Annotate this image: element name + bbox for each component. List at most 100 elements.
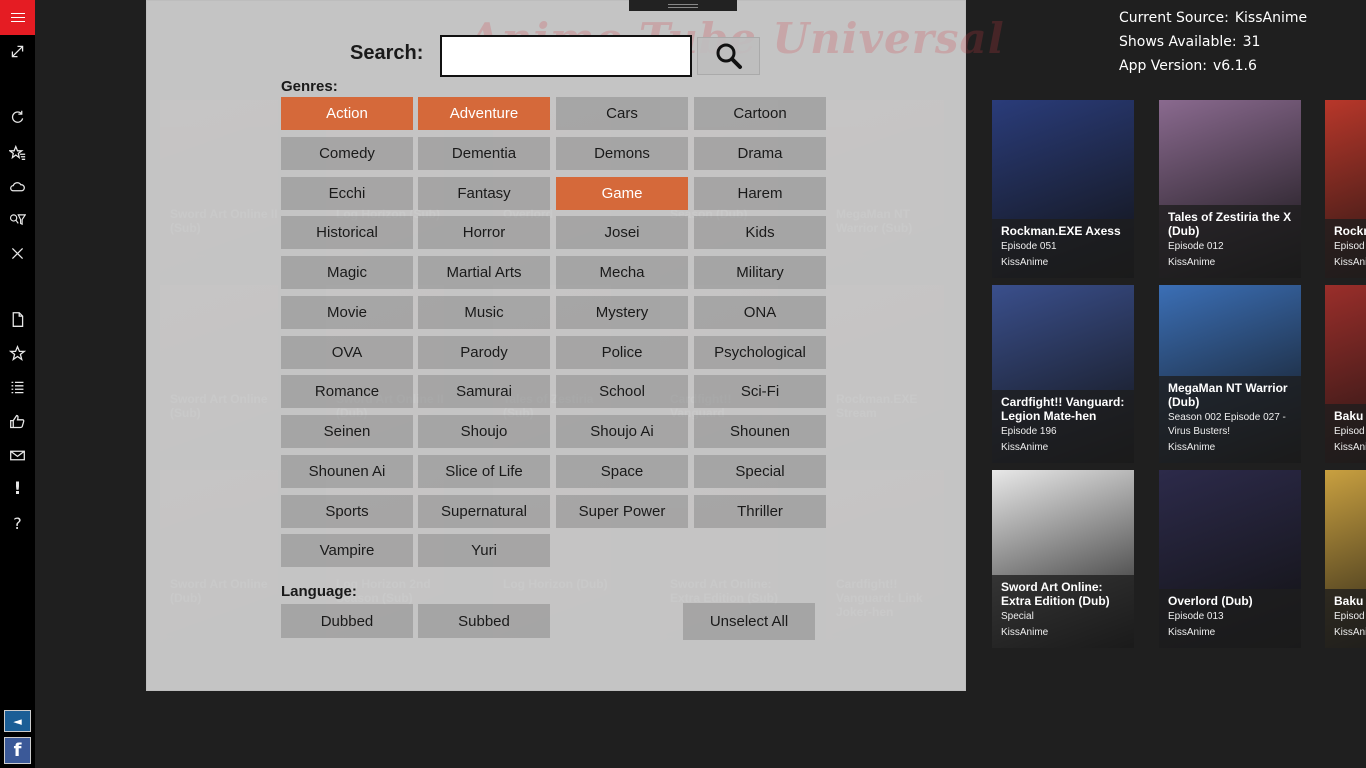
genre-button-cartoon[interactable]: Cartoon <box>694 97 826 130</box>
genre-button-psychological[interactable]: Psychological <box>694 336 826 369</box>
genre-button-shoujo[interactable]: Shoujo <box>418 415 550 448</box>
show-source: KissAni <box>1334 627 1366 638</box>
alert-icon[interactable]: ! <box>0 474 35 504</box>
genre-button-school[interactable]: School <box>556 375 688 408</box>
genre-button-sci-fi[interactable]: Sci-Fi <box>694 375 826 408</box>
genre-button-comedy[interactable]: Comedy <box>281 137 413 170</box>
show-tile[interactable]: Baku Invad Episod KissAni <box>1325 285 1366 463</box>
show-title: Cardfight!! Vanguard: Legion Mate-hen <box>1001 395 1125 423</box>
show-tile[interactable]: MegaMan NT Warrior (Dub) Season 002 Episo… <box>1159 285 1301 463</box>
genre-button-ecchi[interactable]: Ecchi <box>281 177 413 210</box>
show-tile[interactable]: Sword Art Online: Extra Edition (Dub) Spe… <box>992 470 1134 648</box>
genre-button-vampire[interactable]: Vampire <box>281 534 413 567</box>
genre-button-sports[interactable]: Sports <box>281 495 413 528</box>
genre-button-mystery[interactable]: Mystery <box>556 296 688 329</box>
show-title: MegaMan NT Warrior (Dub) <box>1168 381 1288 409</box>
show-caption: Baku Surge Episod KissAni <box>1325 589 1366 648</box>
genre-button-police[interactable]: Police <box>556 336 688 369</box>
show-source: KissAnime <box>1168 627 1216 638</box>
genre-button-thriller[interactable]: Thriller <box>694 495 826 528</box>
refresh-icon[interactable] <box>0 102 35 132</box>
show-episode: Episod <box>1334 241 1365 252</box>
show-title: Sword Art Online: Extra Edition (Dub) <box>1001 580 1110 608</box>
close-icon[interactable] <box>0 238 35 268</box>
genre-button-shoujo-ai[interactable]: Shoujo Ai <box>556 415 688 448</box>
shows-available-label: Shows Available: <box>1119 34 1237 50</box>
twitter-icon[interactable]: ◄ <box>4 710 31 732</box>
help-icon[interactable]: ? <box>0 508 35 538</box>
show-episode: Episode 051 <box>1001 241 1057 252</box>
genre-button-super-power[interactable]: Super Power <box>556 495 688 528</box>
expand-icon[interactable] <box>0 36 35 66</box>
show-episode: Episode 012 <box>1168 241 1224 252</box>
genre-button-parody[interactable]: Parody <box>418 336 550 369</box>
genre-button-dementia[interactable]: Dementia <box>418 137 550 170</box>
genre-button-fantasy[interactable]: Fantasy <box>418 177 550 210</box>
genre-button-ova[interactable]: OVA <box>281 336 413 369</box>
genre-button-mecha[interactable]: Mecha <box>556 256 688 289</box>
show-tile[interactable]: Baku Surge Episod KissAni <box>1325 470 1366 648</box>
genre-button-romance[interactable]: Romance <box>281 375 413 408</box>
genre-button-historical[interactable]: Historical <box>281 216 413 249</box>
genre-button-game[interactable]: Game <box>556 177 688 210</box>
search-label: Search: <box>350 42 424 64</box>
show-title: Overlord (Dub) <box>1168 594 1253 608</box>
facebook-icon[interactable]: f <box>4 737 31 764</box>
show-caption: Sword Art Online: Extra Edition (Dub) Spe… <box>992 575 1134 648</box>
list-icon[interactable] <box>0 372 35 402</box>
genre-button-slice-of-life[interactable]: Slice of Life <box>418 455 550 488</box>
mail-icon[interactable] <box>0 440 35 470</box>
show-caption: Tales of Zestiria the X (Dub) Episode 012… <box>1159 205 1301 278</box>
genre-button-shounen-ai[interactable]: Shounen Ai <box>281 455 413 488</box>
genre-button-action[interactable]: Action <box>281 97 413 130</box>
language-button-subbed[interactable]: Subbed <box>418 604 550 638</box>
document-icon[interactable] <box>0 304 35 334</box>
show-caption: Baku Invad Episod KissAni <box>1325 404 1366 463</box>
genre-button-harem[interactable]: Harem <box>694 177 826 210</box>
genre-button-space[interactable]: Space <box>556 455 688 488</box>
genre-button-movie[interactable]: Movie <box>281 296 413 329</box>
unselect-all-button[interactable]: Unselect All <box>683 603 815 640</box>
panel-drag-handle[interactable] <box>629 0 737 11</box>
app-window: ! ? ◄ f Current Source: KissAnime Shows A… <box>0 0 1366 768</box>
genre-button-adventure[interactable]: Adventure <box>418 97 550 130</box>
genre-button-special[interactable]: Special <box>694 455 826 488</box>
search-filter-icon[interactable] <box>0 204 35 234</box>
show-episode: Episod <box>1334 426 1365 437</box>
genre-button-drama[interactable]: Drama <box>694 137 826 170</box>
show-title: Baku Invad <box>1334 409 1366 423</box>
show-tile[interactable]: Rockm Episod KissAni <box>1325 100 1366 278</box>
search-input[interactable] <box>440 35 692 77</box>
genre-button-demons[interactable]: Demons <box>556 137 688 170</box>
show-caption: Overlord (Dub) Episode 013 KissAnime <box>1159 589 1301 648</box>
show-title: Rockm <box>1334 224 1366 238</box>
genre-button-cars[interactable]: Cars <box>556 97 688 130</box>
genre-button-supernatural[interactable]: Supernatural <box>418 495 550 528</box>
favorites-list-icon[interactable] <box>0 137 35 167</box>
genre-button-music[interactable]: Music <box>418 296 550 329</box>
shows-available-value: 31 <box>1242 34 1261 50</box>
cloud-icon[interactable] <box>0 171 35 201</box>
show-tile[interactable]: Overlord (Dub) Episode 013 KissAnime <box>1159 470 1301 648</box>
show-tile[interactable]: Tales of Zestiria the X (Dub) Episode 012… <box>1159 100 1301 278</box>
show-source: KissAnime <box>1001 257 1049 268</box>
genre-button-samurai[interactable]: Samurai <box>418 375 550 408</box>
language-button-dubbed[interactable]: Dubbed <box>281 604 413 638</box>
genre-button-shounen[interactable]: Shounen <box>694 415 826 448</box>
genre-button-yuri[interactable]: Yuri <box>418 534 550 567</box>
genre-button-martial-arts[interactable]: Martial Arts <box>418 256 550 289</box>
genre-button-ona[interactable]: ONA <box>694 296 826 329</box>
show-tile[interactable]: Rockman.EXE Axess Episode 051 KissAnime <box>992 100 1134 278</box>
genre-button-kids[interactable]: Kids <box>694 216 826 249</box>
genre-button-horror[interactable]: Horror <box>418 216 550 249</box>
show-tile[interactable]: Cardfight!! Vanguard: Legion Mate-hen Epi… <box>992 285 1134 463</box>
thumbs-up-icon[interactable] <box>0 406 35 436</box>
genre-button-military[interactable]: Military <box>694 256 826 289</box>
star-icon[interactable] <box>0 338 35 368</box>
genre-button-josei[interactable]: Josei <box>556 216 688 249</box>
search-button[interactable] <box>697 37 760 75</box>
show-source: KissAnime <box>1001 627 1049 638</box>
hamburger-icon[interactable] <box>0 0 35 35</box>
genre-button-seinen[interactable]: Seinen <box>281 415 413 448</box>
genre-button-magic[interactable]: Magic <box>281 256 413 289</box>
